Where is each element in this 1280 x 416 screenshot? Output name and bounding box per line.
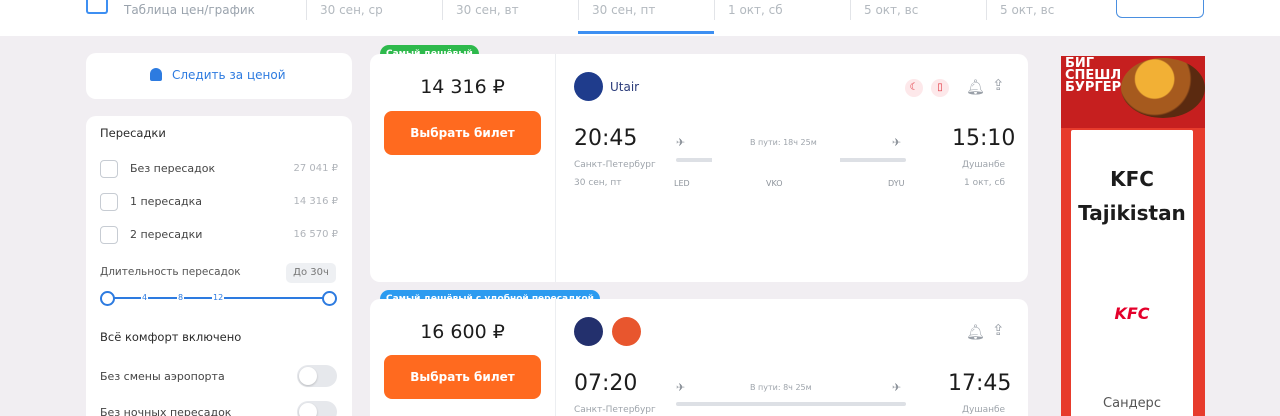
checkbox[interactable] bbox=[100, 193, 118, 211]
ad-footer: Сандерс bbox=[1103, 396, 1161, 411]
arrival-city: Душанбе bbox=[962, 160, 1006, 170]
date-tab[interactable]: 30 сен, вт bbox=[442, 0, 578, 30]
arrival-time: 15:10 bbox=[952, 126, 1016, 151]
airline-logo-icon bbox=[612, 317, 641, 346]
slider-handle-max[interactable] bbox=[322, 291, 337, 306]
ad-headline: БИГ СПЕШЛ БУРГЕР bbox=[1065, 56, 1122, 95]
ticket-price: 14 316 ₽ bbox=[420, 76, 505, 98]
date-tab[interactable]: 30 сен, ср bbox=[306, 0, 442, 30]
toggle-label: Без смены аэропорта bbox=[100, 370, 225, 383]
divider bbox=[555, 299, 556, 416]
airport-code: DYU bbox=[888, 179, 905, 188]
slider-tick: 4 bbox=[141, 293, 149, 302]
arrival-city: Душанбе bbox=[962, 405, 1006, 415]
price-table-link[interactable]: Таблица цен/график bbox=[124, 3, 255, 17]
airline-name: Utair bbox=[610, 80, 640, 94]
burger-image bbox=[1121, 58, 1205, 118]
option-label: 2 пересадки bbox=[130, 228, 203, 241]
filters-panel: Пересадки Без пересадок 27 041 ₽ 1 перес… bbox=[86, 116, 352, 416]
ad-panel: KFC Tajikistan KFC Сандерс bbox=[1071, 130, 1193, 416]
price-calendar-button[interactable] bbox=[1116, 0, 1204, 18]
bell-icon[interactable]: 🔔︎ bbox=[966, 323, 985, 341]
option-label: 1 пересадка bbox=[130, 195, 202, 208]
share-icon[interactable]: ⇪ bbox=[992, 76, 1005, 94]
airport-code: VKO bbox=[766, 179, 783, 188]
toggle-no-night-stops[interactable] bbox=[297, 401, 337, 416]
baggage-icon: ▯ bbox=[931, 79, 949, 97]
stops-title: Пересадки bbox=[100, 126, 166, 140]
bell-icon bbox=[150, 68, 162, 81]
date-tab[interactable]: 5 окт, вс bbox=[986, 0, 1122, 30]
divider bbox=[555, 54, 556, 282]
buy-ticket-button[interactable]: Выбрать билет bbox=[384, 111, 541, 155]
toggle-no-airport-change[interactable] bbox=[297, 365, 337, 387]
date-tab-active[interactable]: 30 сен, пт bbox=[578, 0, 714, 34]
duration-badge: До 30ч bbox=[286, 263, 336, 283]
buy-ticket-button[interactable]: Выбрать билет bbox=[384, 355, 541, 399]
price-alert-label: Следить за ценой bbox=[172, 68, 286, 82]
departure-time: 20:45 bbox=[574, 126, 638, 151]
flight-duration: В пути: 8ч 25м bbox=[750, 383, 812, 392]
filter-nonstop[interactable]: Без пересадок 27 041 ₽ bbox=[100, 160, 338, 180]
ticket-price: 16 600 ₽ bbox=[420, 321, 505, 343]
filter-two-stops[interactable]: 2 пересадки 16 570 ₽ bbox=[100, 226, 338, 246]
ticket-card[interactable]: 16 600 ₽ Выбрать билет 🔔︎ ⇪ 07:20 17:45 … bbox=[370, 299, 1028, 416]
price-alert-button[interactable]: Следить за ценой bbox=[86, 53, 352, 99]
ad-title: KFC Tajikistan bbox=[1078, 167, 1186, 225]
airline-logo-icon bbox=[574, 317, 603, 346]
arrival-date: 1 окт, сб bbox=[964, 178, 1005, 188]
plane-landing-icon: ✈ bbox=[892, 381, 902, 394]
share-icon[interactable]: ⇪ bbox=[992, 321, 1005, 339]
checkbox[interactable] bbox=[100, 160, 118, 178]
slider-tick: 8 bbox=[177, 293, 185, 302]
ad-banner: БИГ СПЕШЛ БУРГЕР bbox=[1061, 56, 1205, 128]
departure-city: Санкт-Петербург bbox=[574, 160, 656, 170]
bell-icon[interactable]: 🔔︎ bbox=[966, 78, 985, 96]
route-segment bbox=[712, 158, 840, 162]
departure-time: 07:20 bbox=[574, 371, 638, 396]
duration-title: Длительность пересадок bbox=[100, 266, 241, 278]
date-strip: Таблица цен/график 30 сен, ср 30 сен, вт… bbox=[0, 0, 1280, 36]
flight-duration: В пути: 18ч 25м bbox=[750, 138, 817, 147]
kfc-advertisement[interactable]: БИГ СПЕШЛ БУРГЕР KFC Tajikistan KFC Санд… bbox=[1061, 56, 1205, 416]
option-label: Без пересадок bbox=[130, 162, 216, 175]
plane-takeoff-icon: ✈ bbox=[676, 381, 686, 394]
option-price: 16 570 ₽ bbox=[293, 229, 338, 240]
departure-city: Санкт-Петербург bbox=[574, 405, 656, 415]
night-flight-icon: ☾ bbox=[905, 79, 923, 97]
route-line bbox=[676, 402, 906, 406]
ticket-card[interactable]: 14 316 ₽ Выбрать билет Utair ☾ ▯ 🔔︎ ⇪ 20… bbox=[370, 54, 1028, 282]
plane-takeoff-icon: ✈ bbox=[676, 136, 686, 149]
date-tab[interactable]: 1 окт, сб bbox=[714, 0, 850, 30]
kfc-logo: KFC bbox=[1114, 304, 1150, 323]
checkbox[interactable] bbox=[100, 226, 118, 244]
filter-one-stop[interactable]: 1 пересадка 14 316 ₽ bbox=[100, 193, 338, 213]
option-price: 14 316 ₽ bbox=[293, 196, 338, 207]
option-price: 27 041 ₽ bbox=[293, 163, 338, 174]
comfort-title: Всё комфорт включено bbox=[100, 330, 242, 344]
slider-tick: 12 bbox=[212, 293, 225, 302]
date-tab[interactable]: 5 окт, вс bbox=[850, 0, 986, 30]
plane-landing-icon: ✈ bbox=[892, 136, 902, 149]
airport-code: LED bbox=[674, 179, 690, 188]
arrival-time: 17:45 bbox=[948, 371, 1012, 396]
slider-handle-min[interactable] bbox=[100, 291, 115, 306]
utair-logo-icon bbox=[574, 72, 603, 101]
departure-date: 30 сен, пт bbox=[574, 178, 622, 188]
calendar-icon[interactable] bbox=[86, 0, 108, 14]
toggle-label: Без ночных пересадок bbox=[100, 406, 232, 416]
